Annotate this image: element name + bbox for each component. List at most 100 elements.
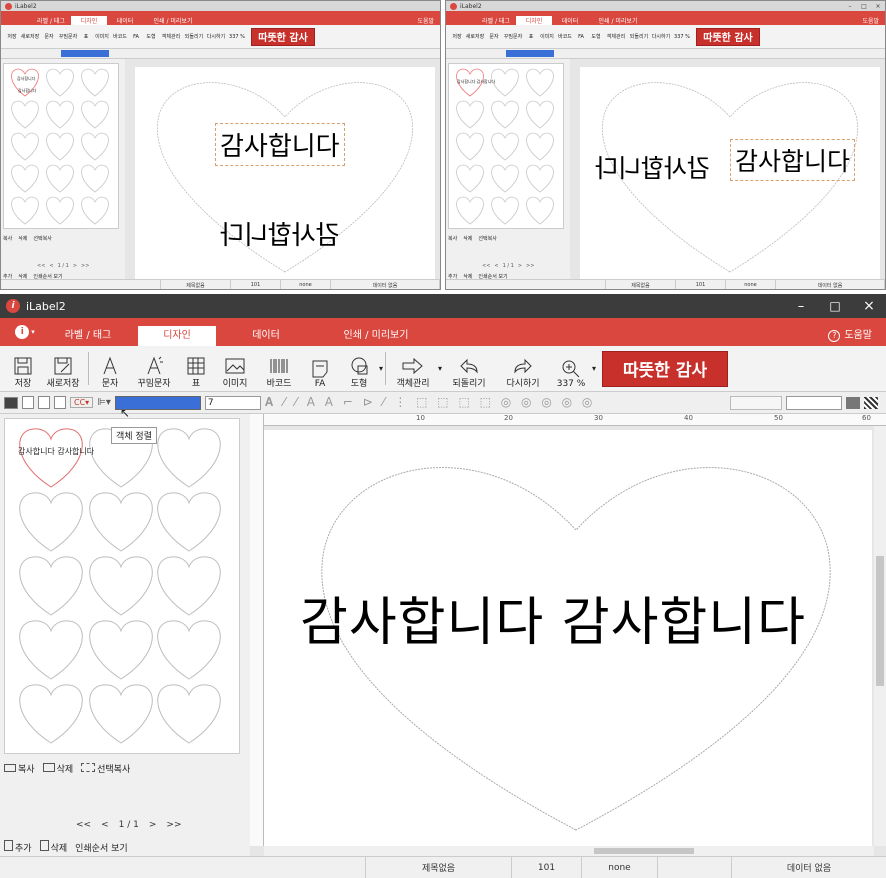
maximize-icon[interactable]: □: [818, 299, 852, 313]
tab-data[interactable]: 데이터: [216, 326, 316, 346]
vertical-scroll-thumb[interactable]: [876, 556, 884, 686]
redo-button[interactable]: 다시하기: [496, 349, 550, 389]
fancy-text-button[interactable]: 꾸밈문자: [502, 33, 524, 40]
save-button[interactable]: 저장: [6, 349, 40, 389]
object-manage-button[interactable]: 객체관리: [388, 349, 438, 389]
canvas-text-upright[interactable]: 감사합니다: [730, 139, 856, 181]
canvas-text-upright[interactable]: 감사합니다: [215, 123, 345, 166]
select-copy-button[interactable]: 선택복사: [478, 235, 496, 242]
help-button[interactable]: ? 도움말: [828, 326, 886, 346]
design-canvas[interactable]: 감사합니다 감사합니다: [125, 59, 440, 279]
pattern-icon[interactable]: [864, 396, 878, 409]
zoom-button[interactable]: 337 %: [672, 34, 692, 40]
zoom-dropdown-icon[interactable]: ▾: [592, 364, 596, 373]
image-button[interactable]: 이미지: [213, 349, 257, 389]
format-tools-icon[interactable]: 𝐀 ⁄ ⁄ A A ⌐ ⊳ ⁄ ⋮ ⬚ ⬚ ⬚ ⬚ ◎ ◎ ◎ ◎ ◎: [265, 395, 595, 410]
text-button[interactable]: 문자: [91, 349, 129, 389]
first-page-button[interactable]: <<: [482, 263, 490, 269]
tab-design[interactable]: 디자인: [71, 16, 107, 25]
copy-button[interactable]: 복사: [4, 762, 35, 775]
tab-label-tag[interactable]: 라벨 / 태그: [31, 16, 71, 25]
last-page-button[interactable]: >>: [81, 263, 89, 269]
help-button[interactable]: 도움말: [862, 16, 885, 25]
shape-button[interactable]: 도형: [339, 349, 379, 389]
vertical-scrollbar[interactable]: [874, 426, 886, 846]
table-button[interactable]: 표: [79, 33, 93, 40]
last-page-button[interactable]: >>: [526, 263, 534, 269]
tab-design[interactable]: 디자인: [516, 16, 552, 25]
copy-format-icon[interactable]: [22, 396, 34, 409]
align-object-icon[interactable]: ⊫▾: [97, 397, 111, 408]
font-select[interactable]: [506, 50, 554, 57]
image-button[interactable]: 이미지: [538, 33, 556, 40]
table-button[interactable]: 표: [524, 33, 538, 40]
page-icon[interactable]: [4, 396, 18, 409]
last-page-button[interactable]: >>: [166, 820, 181, 830]
first-page-button[interactable]: <<: [76, 820, 91, 830]
first-page-button[interactable]: <<: [37, 263, 45, 269]
undo-button[interactable]: 되돌리기: [183, 33, 205, 40]
object-manage-button[interactable]: 객체관리: [159, 33, 183, 40]
image-button[interactable]: 이미지: [93, 33, 111, 40]
cc-button[interactable]: CC▾: [70, 397, 94, 408]
barcode-button[interactable]: 바코드: [257, 349, 301, 389]
tab-design[interactable]: 디자인: [138, 326, 216, 346]
text-button[interactable]: 문자: [41, 33, 57, 40]
text-button[interactable]: 문자: [486, 33, 502, 40]
tab-label-tag[interactable]: 라벨 / 태그: [476, 16, 516, 25]
zoom-button[interactable]: 337 %: [227, 34, 247, 40]
tab-print-preview[interactable]: 인쇄 / 미리보기: [316, 326, 436, 346]
fa-button[interactable]: FA: [574, 34, 588, 40]
barcode-button[interactable]: 바코드: [111, 33, 129, 40]
fill-icon[interactable]: [846, 396, 860, 409]
zoom-button[interactable]: 337 %: [550, 349, 592, 389]
delete-button[interactable]: 삭제: [463, 235, 472, 242]
copy-button[interactable]: 복사: [448, 235, 457, 242]
tab-data[interactable]: 데이터: [107, 16, 143, 25]
select-copy-button[interactable]: 선택복사: [81, 762, 130, 775]
object-manage-button[interactable]: 객체관리: [604, 33, 628, 40]
delete-button[interactable]: 삭제: [18, 235, 27, 242]
next-page-button[interactable]: >: [149, 820, 157, 830]
font-size-select[interactable]: 7: [204, 395, 261, 410]
barcode-button[interactable]: 바코드: [556, 33, 574, 40]
horizontal-scrollbar[interactable]: [264, 846, 874, 856]
next-page-button[interactable]: >: [73, 263, 77, 269]
canvas-text-mirrored[interactable]: 감사합니다: [220, 215, 340, 252]
horizontal-scroll-thumb[interactable]: [594, 848, 694, 854]
minimize-icon[interactable]: –: [784, 299, 818, 314]
save-as-button[interactable]: 새로저장: [40, 349, 86, 389]
color-select[interactable]: [786, 395, 842, 410]
save-as-button[interactable]: 새로저장: [19, 33, 41, 40]
close-icon[interactable]: ×: [852, 298, 886, 314]
close-icon[interactable]: ×: [871, 3, 885, 10]
tab-data[interactable]: 데이터: [552, 16, 588, 25]
fa-button[interactable]: FA: [129, 34, 143, 40]
delete-button[interactable]: 삭제: [42, 762, 73, 775]
design-canvas[interactable]: 감사합니다 감사합니다: [570, 59, 885, 279]
fancy-text-button[interactable]: 꾸밈문자: [129, 349, 179, 389]
select-copy-button[interactable]: 선택복사: [33, 235, 51, 242]
fa-button[interactable]: FA: [301, 349, 339, 389]
copy-button[interactable]: 복사: [3, 235, 12, 242]
app-menu-icon[interactable]: i ▾: [12, 322, 38, 342]
undo-button[interactable]: 되돌리기: [442, 349, 496, 389]
undo-button[interactable]: 되돌리기: [628, 33, 650, 40]
prev-page-button[interactable]: <: [101, 820, 109, 830]
save-button[interactable]: 저장: [450, 33, 464, 40]
help-button[interactable]: 도움말: [417, 16, 440, 25]
add-button[interactable]: 추가: [4, 840, 32, 854]
maximize-icon[interactable]: □: [857, 3, 871, 10]
next-page-button[interactable]: >: [518, 263, 522, 269]
minimize-icon[interactable]: –: [843, 3, 857, 10]
shape-button[interactable]: 도형: [588, 33, 604, 40]
tab-print-preview[interactable]: 인쇄 / 미리보기: [588, 16, 648, 25]
line-style-select[interactable]: [730, 395, 782, 410]
lock-icon[interactable]: [54, 396, 66, 409]
prev-page-button[interactable]: <: [49, 263, 53, 269]
canvas-text[interactable]: 감사합니다 감사합니다: [300, 580, 806, 655]
tab-label-tag[interactable]: 라벨 / 태그: [38, 326, 138, 346]
delete-page-button[interactable]: 삭제: [39, 840, 67, 854]
font-select[interactable]: [61, 50, 109, 57]
fancy-text-button[interactable]: 꾸밈문자: [57, 33, 79, 40]
